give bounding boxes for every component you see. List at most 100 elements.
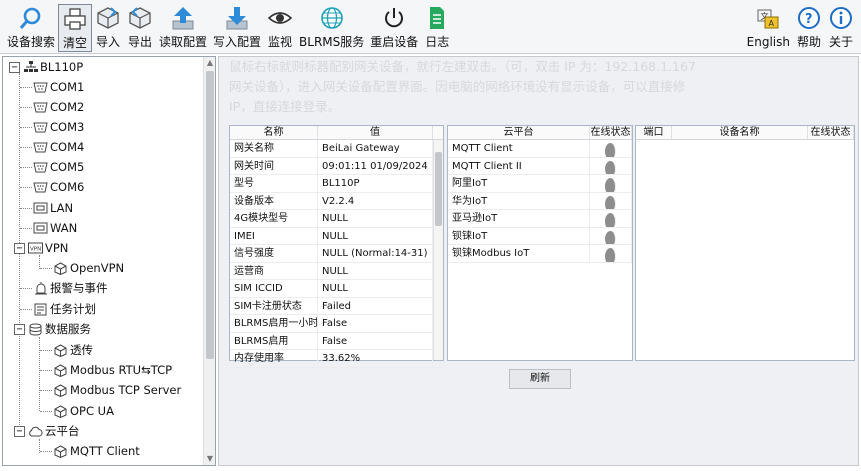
tree-item-com4[interactable]: COM4 [33, 137, 84, 157]
blrms-service-button[interactable]: BLRMS服务 [296, 4, 367, 52]
table-row[interactable]: 钡铼IoT [448, 227, 632, 245]
table-row[interactable]: SIM ICCID NULL [230, 280, 443, 298]
cell-value: False [318, 315, 433, 332]
tree-scrollbar[interactable]: ▲ ▼ [203, 57, 215, 465]
table-row[interactable]: 阿里IoT [448, 175, 632, 193]
instruction-line: IP，直接连接登录。 [229, 99, 341, 114]
device-search-button[interactable]: 设备搜索 [4, 4, 58, 52]
tree-item-data-service[interactable]: − 数据服务 [14, 319, 91, 339]
table-row[interactable]: SIM卡注册状态 Failed [230, 297, 443, 315]
collapse-icon[interactable]: − [9, 61, 20, 73]
tree-scrollbar-thumb[interactable] [206, 71, 214, 359]
table-row[interactable]: 钡铼Modbus IoT [448, 245, 632, 263]
table-row[interactable]: BLRMS启用一小时 False [230, 315, 443, 333]
log-icon [424, 6, 450, 30]
tree-item-transparent[interactable]: 透传 [53, 340, 93, 360]
tree-root-bl110p[interactable]: − BL110P [9, 57, 83, 77]
cell-online-status [590, 175, 632, 192]
about-button[interactable]: 关于 [825, 4, 857, 52]
tree-item-com2[interactable]: COM2 [33, 97, 84, 117]
tree-item-task[interactable]: 任务计划 [33, 299, 96, 319]
collapse-icon[interactable]: − [14, 425, 25, 437]
import-button[interactable]: 导入 [92, 4, 124, 52]
tree-item-modbus-tcp-server[interactable]: Modbus TCP Server [53, 380, 181, 400]
device-tree[interactable]: − BL110P COM1 COM2 COM3 COM4 COM5 COM6 L… [2, 56, 216, 466]
task-icon [33, 303, 48, 316]
help-button[interactable]: ? 帮助 [793, 4, 825, 52]
tree-item-openvpn[interactable]: OpenVPN [53, 258, 124, 278]
log-button[interactable]: 日志 [421, 4, 453, 52]
column-header-device-name: 设备名称 [672, 126, 808, 139]
info-table-scrollbar-thumb[interactable] [435, 152, 442, 226]
serial-port-icon [33, 141, 48, 154]
tree-item-label: 透传 [70, 343, 93, 357]
cell-name: 4G模块型号 [230, 210, 318, 227]
table-row[interactable]: 内存使用率 33.62% [230, 350, 443, 368]
tree-item-cloud[interactable]: − 云平台 [14, 421, 80, 441]
read-config-button[interactable]: 读取配置 [156, 4, 210, 52]
table-row[interactable]: 网关名称 BeiLai Gateway [230, 140, 443, 158]
cell-name: IMEI [230, 227, 318, 244]
tree-item-lan[interactable]: LAN [33, 198, 73, 218]
table-row[interactable]: IMEI NULL [230, 227, 443, 245]
about-label: 关于 [828, 35, 853, 49]
tree-item-modbus-rtu-tcp[interactable]: Modbus RTU⇆TCP [53, 360, 172, 380]
language-button[interactable]: 文A English [744, 4, 793, 52]
tree-item-label: Modbus TCP Server [70, 383, 182, 397]
cell-value: NULL [318, 227, 433, 244]
restart-device-button[interactable]: 重启设备 [367, 4, 421, 52]
tree-item-alarm[interactable]: 报警与事件 [33, 278, 108, 298]
write-config-button[interactable]: 写入配置 [210, 4, 264, 52]
status-indicator-icon [605, 178, 616, 192]
tree-item-com3[interactable]: COM3 [33, 117, 84, 137]
table-row[interactable]: BLRMS启用 False [230, 332, 443, 350]
table-row[interactable]: 运营商 NULL [230, 262, 443, 280]
network-icon [23, 61, 38, 74]
info-table-scrollbar[interactable] [433, 140, 443, 360]
tree-item-label: WAN [50, 221, 78, 235]
table-row[interactable]: 4G模块型号 NULL [230, 210, 443, 228]
collapse-icon[interactable]: − [14, 323, 25, 335]
ethernet-icon [33, 202, 48, 215]
cell-name: SIM卡注册状态 [230, 297, 318, 314]
tree-item-com1[interactable]: COM1 [33, 77, 84, 97]
device-info-table: 名称 值 网关名称 BeiLai Gateway 网关时间 09:01:11 01/0… [229, 125, 444, 368]
table-row[interactable]: 亚马逊IoT [448, 210, 632, 228]
table-row[interactable]: MQTT Client [448, 140, 632, 158]
tree-item-com5[interactable]: COM5 [33, 157, 84, 177]
cell-online-status [590, 140, 632, 157]
table-row[interactable]: MQTT Client II [448, 157, 632, 175]
scroll-up-icon[interactable]: ▲ [204, 57, 215, 69]
export-button[interactable]: 导出 [124, 4, 156, 52]
refresh-button[interactable]: 刷新 [509, 369, 571, 389]
table-row[interactable]: 型号 BL110P [230, 175, 443, 193]
cell-platform: 阿里IoT [448, 175, 590, 192]
cloud-icon [28, 425, 43, 438]
cell-value: BL110P [318, 175, 433, 192]
tree-item-mqtt-client[interactable]: MQTT Client [53, 441, 140, 461]
tree-item-opc-ua[interactable]: OPC UA [53, 401, 114, 421]
tree-item-label: 报警与事件 [50, 281, 108, 295]
tree-item-com6[interactable]: COM6 [33, 177, 84, 197]
main-panel: 鼠标右标就则标器配别网关设备，就行左建双击。（可，双击 IP 为：192.168… [218, 56, 859, 466]
monitor-button[interactable]: 监视 [264, 4, 296, 52]
collapse-icon[interactable]: − [14, 242, 25, 254]
table-row[interactable]: 华为IoT [448, 192, 632, 210]
tree-item-wan[interactable]: WAN [33, 218, 77, 238]
ethernet-icon [33, 222, 48, 235]
svg-text:VPN: VPN [30, 247, 41, 253]
column-header-port: 端口 [636, 126, 672, 139]
table-row[interactable]: 网关时间 09:01:11 01/09/2024 [230, 157, 443, 175]
toolbar: 设备搜索 清空 导入 导出 读取配置 写入配置 监视 BLRMS服务 重启设备 … [0, 0, 861, 54]
table-row[interactable]: 设备版本 V2.2.4 [230, 192, 443, 210]
table-row[interactable]: 信号强度 NULL (Normal:14-31) [230, 245, 443, 263]
scroll-down-icon[interactable]: ▼ [204, 453, 215, 465]
clear-button[interactable]: 清空 [58, 4, 93, 52]
table-header: 云平台 在线状态 [448, 126, 632, 140]
alarm-icon [33, 281, 48, 295]
tree-item-vpn[interactable]: − VPN VPN [14, 238, 68, 258]
tree-item-label: COM1 [50, 80, 85, 94]
cube-icon [53, 444, 68, 458]
cell-name: BLRMS启用 [230, 332, 318, 349]
serial-port-icon [33, 101, 48, 114]
